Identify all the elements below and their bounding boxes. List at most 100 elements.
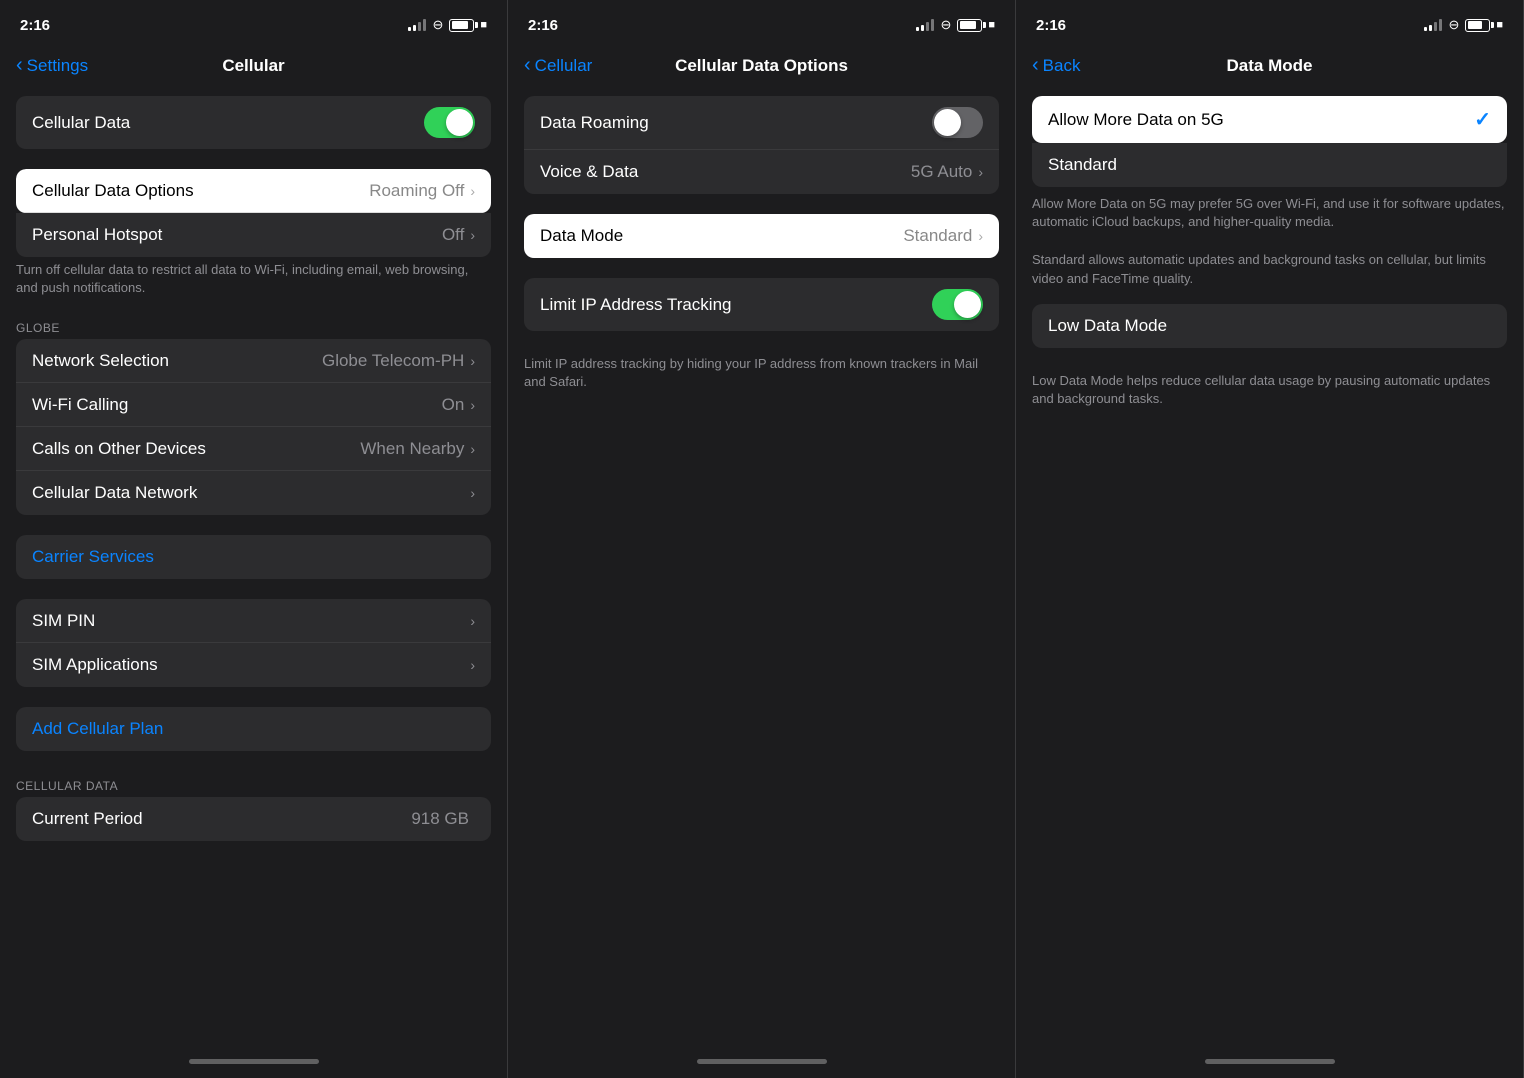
back-button-1[interactable]: ‹ Settings <box>16 55 88 77</box>
wifi-icon-3: ⊖ <box>1448 17 1459 33</box>
sim-icon-2: ■ <box>988 19 995 31</box>
home-bar-1 <box>189 1059 319 1064</box>
cellular-data-options-value: Roaming Off <box>369 181 464 201</box>
signal-icon-3 <box>1424 19 1442 31</box>
nav-header-3: ‹ Back Data Mode <box>1016 44 1523 88</box>
chevron-right-7: › <box>470 613 475 629</box>
chevron-back-2: ‹ <box>524 54 531 77</box>
data-roaming-group: Data Roaming Voice & Data 5G Auto › <box>524 96 999 194</box>
sim-pin-label: SIM PIN <box>32 611 470 631</box>
toggle-thumb-3 <box>954 291 981 318</box>
back-label-3: Back <box>1043 56 1081 76</box>
standard-description: Standard allows automatic updates and ba… <box>1016 247 1523 303</box>
chevron-right-5: › <box>470 441 475 457</box>
personal-hotspot-item[interactable]: Personal Hotspot Off › <box>16 213 491 257</box>
sim-applications-label: SIM Applications <box>32 655 470 675</box>
content-1: Cellular Data Cellular Data Options Roam… <box>0 88 507 1044</box>
content-3: Allow More Data on 5G ✓ Standard Allow M… <box>1016 88 1523 1044</box>
nav-header-1: ‹ Settings Cellular <box>0 44 507 88</box>
current-period-value: 918 GB <box>411 809 469 829</box>
wifi-calling-label: Wi-Fi Calling <box>32 395 442 415</box>
content-2: Data Roaming Voice & Data 5G Auto › Data… <box>508 88 1015 1044</box>
standard-item[interactable]: Standard <box>1032 143 1507 187</box>
current-period-item[interactable]: Current Period 918 GB <box>16 797 491 841</box>
cellular-data-toggle[interactable] <box>424 107 475 138</box>
limit-ip-toggle[interactable] <box>932 289 983 320</box>
nav-header-2: ‹ Cellular Cellular Data Options <box>508 44 1015 88</box>
add-cellular-plan-item[interactable]: Add Cellular Plan <box>16 707 491 751</box>
wifi-icon-1: ⊖ <box>432 17 443 33</box>
low-data-description: Low Data Mode helps reduce cellular data… <box>1016 368 1523 424</box>
current-period-group: Current Period 918 GB <box>16 797 491 841</box>
allow-more-data-item[interactable]: Allow More Data on 5G ✓ <box>1032 96 1507 143</box>
chevron-right-3: › <box>470 353 475 369</box>
sim-applications-item[interactable]: SIM Applications › <box>16 643 491 687</box>
sim-pin-item[interactable]: SIM PIN › <box>16 599 491 643</box>
data-roaming-label: Data Roaming <box>540 113 932 133</box>
toggle-thumb <box>446 109 473 136</box>
limit-ip-item[interactable]: Limit IP Address Tracking <box>524 278 999 331</box>
wifi-calling-item[interactable]: Wi-Fi Calling On › <box>16 383 491 427</box>
limit-ip-group: Limit IP Address Tracking <box>524 278 999 331</box>
chevron-right-1: › <box>470 183 475 199</box>
cellular-data-network-label: Cellular Data Network <box>32 483 470 503</box>
sim-icon-1: ■ <box>480 19 487 31</box>
cellular-data-group: Cellular Data <box>16 96 491 149</box>
sim-icon-3: ■ <box>1496 19 1503 31</box>
carrier-services-item[interactable]: Carrier Services <box>16 535 491 579</box>
toggle-thumb-2 <box>934 109 961 136</box>
battery-icon-3 <box>1465 19 1490 32</box>
chevron-right-p2-1: › <box>978 164 983 180</box>
data-roaming-toggle[interactable] <box>932 107 983 138</box>
current-period-label: Current Period <box>32 809 411 829</box>
add-cellular-group: Add Cellular Plan <box>16 707 491 751</box>
home-indicator-3 <box>1016 1044 1523 1078</box>
panel-cellular: 2:16 ⊖ ■ ‹ Settings Cellular Cellular Da… <box>0 0 508 1078</box>
voice-data-value: 5G Auto <box>911 162 972 182</box>
status-time-3: 2:16 <box>1036 17 1066 34</box>
carrier-services-group: Carrier Services <box>16 535 491 579</box>
status-icons-2: ⊖ ■ <box>916 17 995 33</box>
calls-other-devices-item[interactable]: Calls on Other Devices When Nearby › <box>16 427 491 471</box>
data-roaming-item[interactable]: Data Roaming <box>524 96 999 150</box>
status-bar-3: 2:16 ⊖ ■ <box>1016 0 1523 44</box>
chevron-right-8: › <box>470 657 475 673</box>
battery-icon-1 <box>449 19 474 32</box>
limit-ip-description: Limit IP address tracking by hiding your… <box>508 351 1015 407</box>
allow-more-data-label: Allow More Data on 5G <box>1048 110 1474 130</box>
data-mode-item[interactable]: Data Mode Standard › <box>524 214 999 258</box>
page-title-3: Data Mode <box>1227 56 1313 76</box>
signal-icon-2 <box>916 19 934 31</box>
panel-cellular-data-options: 2:16 ⊖ ■ ‹ Cellular Cellular Data Option… <box>508 0 1016 1078</box>
low-data-label: Low Data Mode <box>1048 316 1491 336</box>
cellular-data-network-item[interactable]: Cellular Data Network › <box>16 471 491 515</box>
low-data-item[interactable]: Low Data Mode <box>1032 304 1507 348</box>
data-mode-container: Data Mode Standard › <box>524 214 999 258</box>
chevron-right-4: › <box>470 397 475 413</box>
chevron-back-1: ‹ <box>16 54 23 77</box>
back-button-3[interactable]: ‹ Back <box>1032 55 1080 77</box>
network-selection-value: Globe Telecom-PH <box>322 351 464 371</box>
wifi-calling-value: On <box>442 395 465 415</box>
status-bar-2: 2:16 ⊖ ■ <box>508 0 1015 44</box>
cellular-data-label: Cellular Data <box>32 113 424 133</box>
standard-label: Standard <box>1048 155 1491 175</box>
cellular-data-options-item[interactable]: Cellular Data Options Roaming Off › <box>16 169 491 213</box>
home-bar-2 <box>697 1059 827 1064</box>
low-data-group: Low Data Mode <box>1032 304 1507 348</box>
status-bar-1: 2:16 ⊖ ■ <box>0 0 507 44</box>
status-icons-1: ⊖ ■ <box>408 17 487 33</box>
cellular-data-item[interactable]: Cellular Data <box>16 96 491 149</box>
voice-data-item[interactable]: Voice & Data 5G Auto › <box>524 150 999 194</box>
chevron-right-2: › <box>470 227 475 243</box>
network-selection-item[interactable]: Network Selection Globe Telecom-PH › <box>16 339 491 383</box>
allow-more-data-description: Allow More Data on 5G may prefer 5G over… <box>1016 187 1523 247</box>
limit-ip-label: Limit IP Address Tracking <box>540 295 932 315</box>
carrier-services-label: Carrier Services <box>32 547 475 567</box>
calls-other-devices-value: When Nearby <box>360 439 464 459</box>
data-mode-value: Standard <box>903 226 972 246</box>
back-button-2[interactable]: ‹ Cellular <box>524 55 592 77</box>
status-time-1: 2:16 <box>20 17 50 34</box>
home-indicator-1 <box>0 1044 507 1078</box>
back-label-2: Cellular <box>535 56 593 76</box>
